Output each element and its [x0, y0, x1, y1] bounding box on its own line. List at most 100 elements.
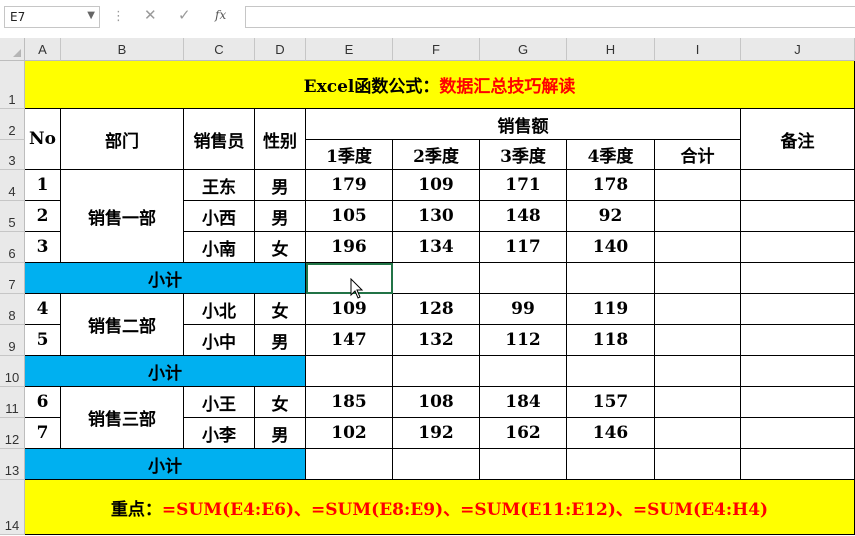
cell-q4[interactable]: 92 — [567, 201, 655, 232]
subtotal-cell[interactable] — [741, 449, 855, 480]
subtotal-cell[interactable] — [306, 449, 393, 480]
cell-total[interactable] — [655, 294, 741, 325]
cell-q3[interactable]: 162 — [480, 418, 567, 449]
cell-q1[interactable]: 105 — [306, 201, 393, 232]
cell-q2[interactable]: 128 — [393, 294, 480, 325]
subtotal-cell[interactable] — [567, 356, 655, 387]
subtotal-cell[interactable] — [741, 263, 855, 294]
subtotal-cell[interactable] — [480, 356, 567, 387]
footer-note-cell[interactable]: 重点： =SUM(E4:E6)、=SUM(E8:E9)、=SUM(E11:E12)… — [25, 480, 855, 535]
cell-salesperson[interactable]: 小李 — [184, 418, 255, 449]
header-q4[interactable]: 4季度 — [567, 140, 655, 170]
cell-no[interactable]: 1 — [25, 170, 61, 201]
cell-q3[interactable]: 171 — [480, 170, 567, 201]
insert-function-icon[interactable]: fx — [215, 8, 226, 22]
column-header-a[interactable]: A — [25, 38, 61, 61]
header-no[interactable]: No — [25, 109, 61, 170]
column-header-b[interactable]: B — [61, 38, 184, 61]
row-header-5[interactable]: 5 — [0, 201, 25, 232]
subtotal-cell[interactable] — [480, 449, 567, 480]
cell-no[interactable]: 4 — [25, 294, 61, 325]
cell-salesperson[interactable]: 小中 — [184, 325, 255, 356]
row-header-7[interactable]: 7 — [0, 263, 25, 294]
cell-total[interactable] — [655, 170, 741, 201]
header-q3[interactable]: 3季度 — [480, 140, 567, 170]
header-sales[interactable]: 销售额 — [306, 109, 741, 140]
cell-total[interactable] — [655, 325, 741, 356]
subtotal-cell[interactable] — [655, 356, 741, 387]
cell-q2[interactable]: 134 — [393, 232, 480, 263]
header-q1[interactable]: 1季度 — [306, 140, 393, 170]
cell-salesperson[interactable]: 小南 — [184, 232, 255, 263]
cell-no[interactable]: 5 — [25, 325, 61, 356]
cell-gender[interactable]: 女 — [255, 294, 306, 325]
cell-gender[interactable]: 男 — [255, 170, 306, 201]
row-header-3[interactable]: 3 — [0, 140, 25, 170]
column-header-e[interactable]: E — [306, 38, 393, 61]
cell-q2[interactable]: 130 — [393, 201, 480, 232]
row-header-11[interactable]: 11 — [0, 387, 25, 418]
cell-q3[interactable]: 148 — [480, 201, 567, 232]
cell-remark[interactable] — [741, 170, 855, 201]
cell-remark[interactable] — [741, 232, 855, 263]
cell-q4[interactable]: 146 — [567, 418, 655, 449]
dept-cell[interactable]: 销售二部 — [61, 294, 184, 356]
cell-q3[interactable]: 117 — [480, 232, 567, 263]
cell-q4[interactable]: 157 — [567, 387, 655, 418]
cell-gender[interactable]: 女 — [255, 387, 306, 418]
column-header-i[interactable]: I — [655, 38, 741, 61]
column-header-d[interactable]: D — [255, 38, 306, 61]
subtotal-cell[interactable] — [655, 263, 741, 294]
cell-q4[interactable]: 178 — [567, 170, 655, 201]
cell-salesperson[interactable]: 小西 — [184, 201, 255, 232]
cell-q1[interactable]: 102 — [306, 418, 393, 449]
header-dept[interactable]: 部门 — [61, 109, 184, 170]
row-header-4[interactable]: 4 — [0, 170, 25, 201]
row-header-14[interactable]: 14 — [0, 480, 25, 535]
select-all-corner[interactable] — [0, 38, 25, 61]
cell-q3[interactable]: 184 — [480, 387, 567, 418]
check-icon[interactable]: ✓ — [178, 6, 191, 24]
cell-q1[interactable]: 185 — [306, 387, 393, 418]
cell-remark[interactable] — [741, 294, 855, 325]
cell-salesperson[interactable]: 王东 — [184, 170, 255, 201]
subtotal-cell[interactable] — [480, 263, 567, 294]
header-remark[interactable]: 备注 — [741, 109, 855, 170]
cell-q2[interactable]: 132 — [393, 325, 480, 356]
title-cell[interactable]: Excel函数公式： 数据汇总技巧解读 — [25, 61, 855, 109]
cell-total[interactable] — [655, 418, 741, 449]
row-header-10[interactable]: 10 — [0, 356, 25, 387]
subtotal-label[interactable]: 小计 — [25, 356, 306, 387]
cell-gender[interactable]: 男 — [255, 418, 306, 449]
subtotal-cell[interactable] — [567, 263, 655, 294]
cell-q4[interactable]: 140 — [567, 232, 655, 263]
subtotal-label[interactable]: 小计 — [25, 263, 306, 294]
cell-total[interactable] — [655, 201, 741, 232]
column-header-j[interactable]: J — [741, 38, 855, 61]
cell-gender[interactable]: 男 — [255, 325, 306, 356]
row-header-6[interactable]: 6 — [0, 232, 25, 263]
subtotal-cell[interactable] — [306, 356, 393, 387]
subtotal-cell[interactable] — [393, 356, 480, 387]
cell-no[interactable]: 6 — [25, 387, 61, 418]
header-salesperson[interactable]: 销售员 — [184, 109, 255, 170]
cell-no[interactable]: 3 — [25, 232, 61, 263]
cell-no[interactable]: 2 — [25, 201, 61, 232]
dept-cell[interactable]: 销售一部 — [61, 170, 184, 263]
cell-remark[interactable] — [741, 387, 855, 418]
cell-remark[interactable] — [741, 325, 855, 356]
header-q2[interactable]: 2季度 — [393, 140, 480, 170]
subtotal-cell[interactable] — [393, 263, 480, 294]
cancel-icon[interactable]: ✕ — [144, 6, 157, 24]
subtotal-label[interactable]: 小计 — [25, 449, 306, 480]
dept-cell[interactable]: 销售三部 — [61, 387, 184, 449]
cell-q4[interactable]: 118 — [567, 325, 655, 356]
cell-salesperson[interactable]: 小王 — [184, 387, 255, 418]
cell-salesperson[interactable]: 小北 — [184, 294, 255, 325]
cell-q1[interactable]: 196 — [306, 232, 393, 263]
cell-q2[interactable]: 109 — [393, 170, 480, 201]
subtotal-cell[interactable] — [655, 449, 741, 480]
cell-q2[interactable]: 108 — [393, 387, 480, 418]
subtotal-cell[interactable] — [393, 449, 480, 480]
cell-remark[interactable] — [741, 201, 855, 232]
